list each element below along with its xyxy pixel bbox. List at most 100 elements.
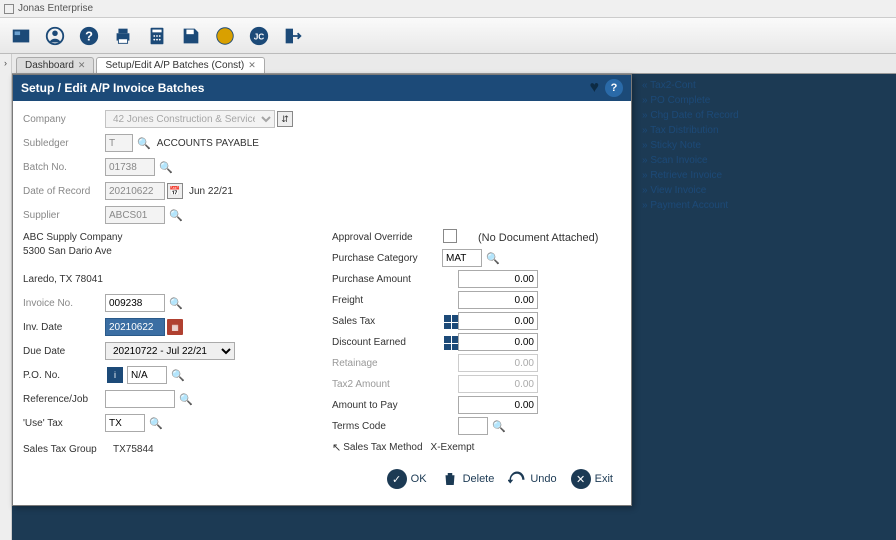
invoice-input[interactable] [105,294,165,312]
toolbar-calculator-icon[interactable] [142,21,172,51]
close-icon[interactable]: ✕ [248,60,256,71]
search-icon[interactable]: 🔍 [169,297,183,310]
toolbar-jc-icon[interactable]: JC [244,21,274,51]
grid-icon[interactable] [444,336,458,350]
link-payment-account[interactable]: Payment Account [642,200,826,211]
close-icon[interactable]: ✕ [78,60,86,71]
panel-header: Setup / Edit A/P Invoice Batches ♥ ? [13,75,631,101]
t2a-label: Tax2 Amount [332,379,442,390]
link-scan-invoice[interactable]: Scan Invoice [642,155,826,166]
approval-label: Approval Override [332,232,442,243]
pamt-input[interactable] [458,270,538,288]
favorite-icon[interactable]: ♥ [590,79,600,97]
approval-note: (No Document Attached) [478,232,598,244]
workspace: Dashboard ✕ Setup/Edit A/P Batches (Cons… [12,54,896,540]
link-tax-distribution[interactable]: Tax Distribution [642,125,826,136]
pamt-label: Purchase Amount [332,274,442,285]
subledger-desc: ACCOUNTS PAYABLE [157,138,259,149]
approval-checkbox[interactable] [443,229,457,243]
help-icon[interactable]: ? [605,79,623,97]
usetax-input[interactable] [105,414,145,432]
company-select[interactable]: 42 Jones Construction & Service [105,110,275,128]
cursor-icon: ↖ [332,441,341,454]
info-icon[interactable]: i [107,367,123,383]
toolbar-home-icon[interactable] [6,21,36,51]
stm-label: Sales Tax Method [343,442,422,453]
tab-setup-edit-batches[interactable]: Setup/Edit A/P Batches (Const) ✕ [96,57,264,73]
search-icon[interactable]: 🔍 [159,161,173,174]
supplier-input[interactable] [105,206,165,224]
side-actions: Tax2-Cont PO Complete Chg Date of Record… [634,74,834,221]
pcat-input[interactable] [442,249,482,267]
os-title-bar: Jonas Enterprise [0,0,896,18]
batch-label: Batch No. [23,162,105,173]
duedate-select[interactable]: 20210722 - Jul 22/21 [105,342,235,360]
toolbar-print-icon[interactable] [108,21,138,51]
t2a-input [458,375,538,393]
invdate-label: Inv. Date [23,322,105,333]
addr-line2: 5300 San Dario Ave [23,245,312,259]
freight-label: Freight [332,295,442,306]
calendar-icon[interactable]: ▦ [167,319,183,335]
a2p-input[interactable] [458,396,538,414]
disc-input[interactable] [458,333,538,351]
check-icon: ✓ [387,469,407,489]
x-icon: ✕ [571,469,591,489]
pcat-label: Purchase Category [332,253,442,264]
ret-label: Retainage [332,358,442,369]
link-sticky-note[interactable]: Sticky Note [642,140,826,151]
link-po-complete[interactable]: PO Complete [642,95,826,106]
toolbar-globe-icon[interactable] [210,21,240,51]
link-chg-date[interactable]: Chg Date of Record [642,110,826,121]
disc-label: Discount Earned [332,337,442,348]
toolbar-save-icon[interactable] [176,21,206,51]
grid-icon[interactable] [444,315,458,329]
search-icon[interactable]: 🔍 [492,420,506,433]
refjob-input[interactable] [105,390,175,408]
search-icon[interactable]: 🔍 [486,252,500,265]
ret-input [458,354,538,372]
window-title: Jonas Enterprise [18,3,93,14]
pono-label: P.O. No. [23,370,105,381]
toolbar-exit-icon[interactable] [278,21,308,51]
undo-button[interactable]: Undo [508,470,556,488]
addr-line1: ABC Supply Company [23,231,312,245]
search-icon[interactable]: 🔍 [137,137,151,150]
dor-input[interactable] [105,182,165,200]
toolbar-help-icon[interactable]: ? [74,21,104,51]
ok-button[interactable]: ✓ OK [387,469,427,489]
subledger-input[interactable] [105,134,133,152]
invoice-batch-panel: Setup / Edit A/P Invoice Batches ♥ ? Com… [12,74,632,506]
left-gutter: › [0,54,12,540]
company-lookup-icon[interactable]: ⇵ [277,111,293,127]
undo-icon [508,470,526,488]
action-bar: ✓ OK Delete Undo ✕ Exit [23,463,621,495]
calendar-icon[interactable]: 📅 [167,183,183,199]
link-retrieve-invoice[interactable]: Retrieve Invoice [642,170,826,181]
terms-label: Terms Code [332,421,442,432]
search-icon[interactable]: 🔍 [169,209,183,222]
search-icon[interactable]: 🔍 [149,417,163,430]
app-icon [4,4,14,14]
toolbar-user-icon[interactable] [40,21,70,51]
batch-input[interactable] [105,158,155,176]
pono-input[interactable] [127,366,167,384]
expand-sidebar-icon[interactable]: › [4,58,7,540]
search-icon[interactable]: 🔍 [179,393,193,406]
refjob-label: Reference/Job [23,394,105,405]
addr-line3: Laredo, TX 78041 [23,273,312,287]
terms-input[interactable] [458,417,488,435]
stm-value: X-Exempt [431,442,475,453]
invdate-input[interactable] [105,318,165,336]
search-icon[interactable]: 🔍 [171,369,185,382]
exit-button[interactable]: ✕ Exit [571,469,613,489]
panel-title: Setup / Edit A/P Invoice Batches [21,81,204,95]
link-view-invoice[interactable]: View Invoice [642,185,826,196]
delete-button[interactable]: Delete [441,470,495,488]
invoice-label: Invoice No. [23,298,105,309]
tab-dashboard[interactable]: Dashboard ✕ [16,57,94,73]
stax-input[interactable] [458,312,538,330]
freight-input[interactable] [458,291,538,309]
subledger-label: Subledger [23,138,105,149]
link-tax2-cont[interactable]: Tax2-Cont [642,80,826,91]
